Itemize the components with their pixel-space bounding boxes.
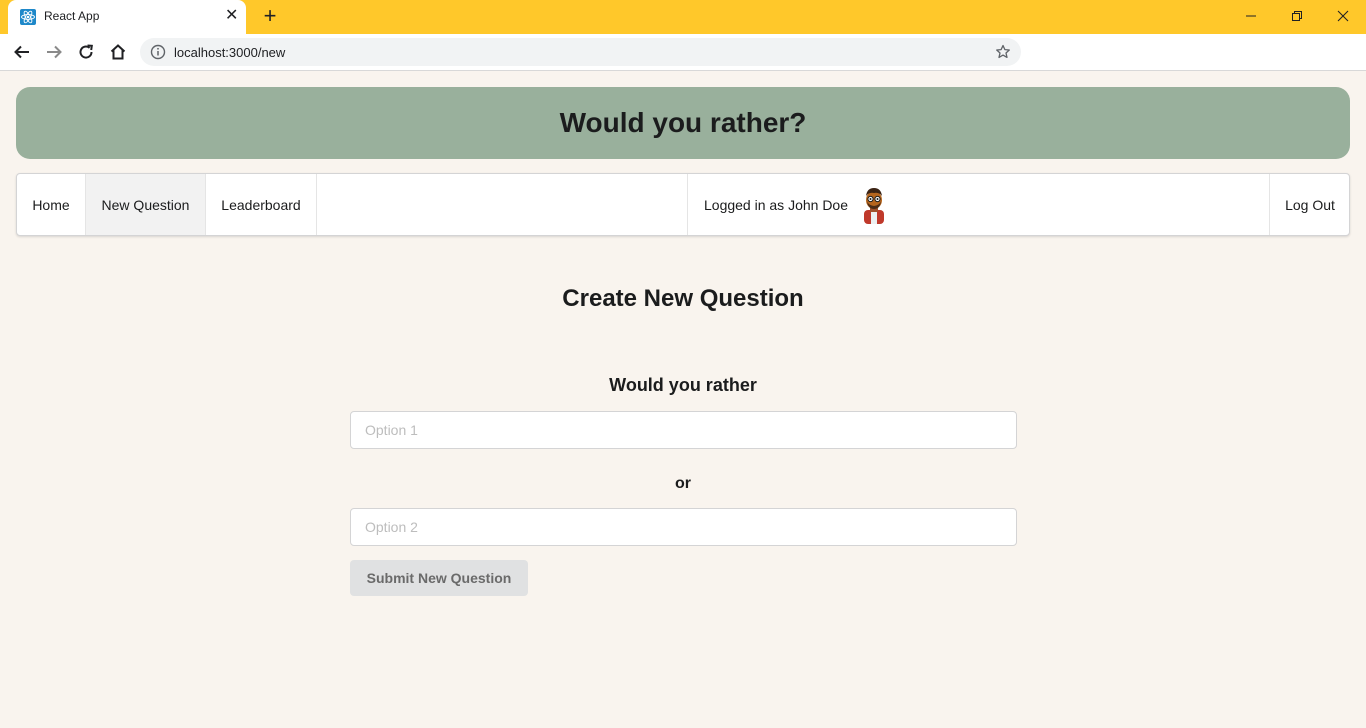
or-label: or [675, 475, 691, 492]
tab-close-icon[interactable]: ✕ [225, 7, 238, 25]
browser-tab[interactable]: React App ✕ [8, 0, 246, 34]
browser-titlebar: React App ✕ + [0, 0, 1366, 34]
reload-icon[interactable] [75, 41, 97, 63]
restore-icon[interactable] [1274, 0, 1320, 32]
submit-question-button[interactable]: Submit New Question [350, 560, 528, 596]
logout-button[interactable]: Log Out [1269, 174, 1350, 235]
minimize-icon[interactable] [1228, 0, 1274, 32]
close-window-icon[interactable] [1320, 0, 1366, 32]
tab-title: React App [44, 9, 100, 23]
question-prompt: Would you rather [609, 375, 757, 395]
logged-in-user: Logged in as John Doe [687, 174, 890, 235]
back-arrow-icon[interactable] [11, 41, 33, 63]
option-2-input[interactable] [350, 508, 1017, 546]
nav-home[interactable]: Home [17, 174, 86, 235]
nav-new-question[interactable]: New Question [86, 174, 206, 235]
browser-toolbar: localhost:3000/new [0, 34, 1366, 71]
new-tab-icon[interactable]: + [259, 4, 281, 28]
user-avatar [864, 187, 884, 224]
forward-arrow-icon[interactable] [43, 41, 65, 63]
home-icon[interactable] [107, 41, 129, 63]
app-title: Would you rather? [559, 107, 807, 138]
address-bar[interactable]: localhost:3000/new [140, 38, 1021, 66]
url-text[interactable]: localhost:3000/new [174, 45, 285, 60]
bookmark-star-icon[interactable] [995, 44, 1011, 60]
info-icon[interactable] [150, 44, 166, 60]
app-header: Would you rather? [16, 87, 1350, 159]
react-logo-icon [20, 9, 36, 25]
nav-menu: Home New Question Leaderboard Logged in … [16, 173, 1350, 236]
logged-in-label: Logged in as John Doe [704, 196, 848, 213]
page-title: Create New Question [562, 285, 804, 312]
nav-leaderboard[interactable]: Leaderboard [206, 174, 317, 235]
option-1-input[interactable] [350, 411, 1017, 449]
